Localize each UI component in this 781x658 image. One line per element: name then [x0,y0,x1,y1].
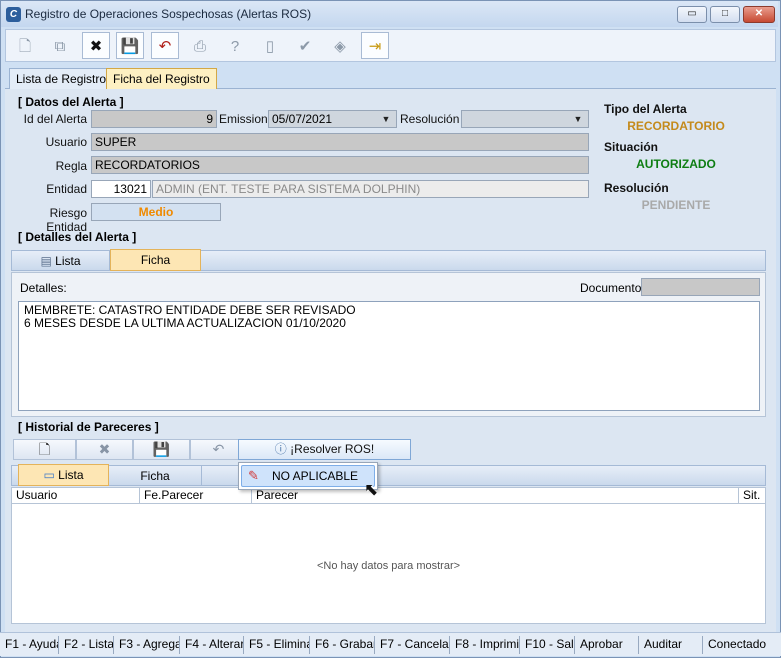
tab-lista-registros[interactable]: Lista de Registros [9,68,120,89]
check-icon[interactable]: ✔ [291,32,319,59]
comment-icon: ▭ [43,468,59,482]
main-tabs: Lista de Registros Ficha del Registro [5,68,776,89]
rule-field[interactable]: RECORDATORIOS [91,156,589,174]
delete-parecer-button[interactable]: ✖ [76,439,133,460]
print-icon[interactable]: ⎙ [186,32,214,59]
rule-label: Regla [55,159,87,173]
close-button[interactable]: ✕ [743,6,775,23]
help-icon[interactable]: ? [221,32,249,59]
window-title: Registro de Operaciones Sospechosas (Ale… [25,7,312,21]
status-bar: F1 - Ayuda F2 - Lista F3 - Agregar F4 - … [0,632,781,656]
status-f7[interactable]: F7 - Cancelar [375,636,450,654]
status-f6[interactable]: F6 - Grabar [310,636,375,654]
history-section-title: [ Historial de Pareceres ] [18,420,159,434]
eraser-icon[interactable]: ◈ [326,32,354,59]
save-parecer-button[interactable]: 💾 [133,439,190,460]
mouse-cursor-icon: ⬉ [364,480,379,499]
user-field[interactable]: SUPER [91,133,589,151]
col-usuario[interactable]: Usuario [12,488,140,503]
col-parecer[interactable]: Parecer [252,488,739,503]
door-icon[interactable]: ▯ [256,32,284,59]
menu-item-no-aplicable[interactable]: ✎ NO APLICABLE [241,465,375,487]
delete-icon: ✖ [98,441,111,457]
detalles-label: Detalles: [20,281,67,295]
status-f2[interactable]: F2 - Lista [59,636,114,654]
title-bar[interactable]: C Registro de Operaciones Sospechosas (A… [1,1,778,27]
undo-icon[interactable]: ↶ [151,32,179,59]
document-label: Documento [580,281,642,295]
risk-badge: Medio [91,203,221,221]
save-icon[interactable]: 💾 [116,32,144,59]
save-icon: 💾 [152,441,171,457]
tab-ficha-registro[interactable]: Ficha del Registro [106,68,217,89]
empty-grid-text: <No hay datos para mostrar> [316,560,461,572]
history-grid[interactable]: Usuario Fe.Parecer Parecer Sit. <No hay … [11,487,766,624]
situation-value: AUTORIZADO [636,157,716,171]
entity-name-field: ADMIN (ENT. TESTE PARA SISTEMA DOLPHIN) [152,180,589,198]
alert-type-label: Tipo del Alerta [604,102,687,116]
emission-dropdown[interactable]: 05/07/2021 ▼ [268,110,397,128]
grid-header: Usuario Fe.Parecer Parecer Sit. [12,488,765,504]
details-line-2: 6 MESES DESDE LA ULTIMA ACTUALIZACION 01… [24,316,346,330]
undo-icon: ↶ [212,441,225,457]
delete-icon[interactable]: ✖ [82,32,110,59]
add-parecer-button[interactable]: 🗋 [13,439,76,460]
status-aprobar[interactable]: Aprobar [575,636,639,654]
info-icon: ⓘ [274,442,287,456]
status-auditar[interactable]: Auditar [639,636,703,654]
col-fe-parecer[interactable]: Fe.Parecer [140,488,252,503]
entity-label: Entidad [46,182,87,196]
status-f1[interactable]: F1 - Ayuda [0,636,59,654]
history-tab-ficha[interactable]: Ficha [109,466,202,486]
resolve-menu: ✎ NO APLICABLE [238,462,378,490]
chevron-down-icon[interactable]: ▼ [569,111,587,127]
emission-value: 05/07/2021 [272,112,333,126]
new-document-icon[interactable]: 🗋 [11,32,39,59]
status-conectado: Conectado [708,637,767,651]
side-resolution-label: Resolución [604,181,669,195]
entity-code-field[interactable]: 13021 [91,180,151,198]
status-f10[interactable]: F10 - Salir [520,636,575,654]
app-icon: C [6,7,21,22]
situation-label: Situación [604,140,659,154]
maximize-button[interactable]: □ [710,6,740,23]
chevron-down-icon[interactable]: ▼ [377,111,395,127]
emission-label: Emission [219,112,268,126]
toolbar: 🗋 ⧉ ✖ 💾 ↶ ⎙ ? ▯ ✔ ◈ ⇥ [5,29,776,62]
copy-document-icon[interactable]: ⧉ [46,32,74,59]
details-tabs: ▤ Lista Ficha [11,249,766,271]
status-f3[interactable]: F3 - Agregar [114,636,180,654]
details-memo[interactable]: MEMBRETE: CATASTRO ENTIDADE DEBE SER REV… [18,301,760,411]
alert-type-value: RECORDATORIO [627,119,725,133]
history-toolbar: 🗋 ✖ 💾 ↶ ⓘ ¡Resolver ROS! [13,439,413,461]
exit-icon[interactable]: ⇥ [361,32,389,59]
id-field[interactable]: 9 [91,110,217,128]
list-icon: ▤ [40,254,56,268]
user-label: Usuario [45,135,87,149]
new-document-icon: 🗋 [38,441,51,457]
details-tab-ficha[interactable]: Ficha [110,249,201,271]
details-tab-lista[interactable]: ▤ Lista [12,251,110,271]
id-label: Id del Alerta [23,112,87,126]
details-section-title: [ Detalles del Alerta ] [18,230,137,244]
status-f4[interactable]: F4 - Alterar [180,636,244,654]
eraser-icon: ✎ [248,468,259,483]
document-field[interactable] [641,278,760,296]
status-f8[interactable]: F8 - Imprimir [450,636,520,654]
resolution-dropdown[interactable]: ▼ [461,110,589,128]
col-sit[interactable]: Sit. [739,488,765,503]
resolve-ros-button[interactable]: ⓘ ¡Resolver ROS! [238,439,411,460]
history-tab-lista[interactable]: ▭ Lista [18,464,109,486]
side-resolution-value: PENDIENTE [641,198,711,212]
resolution-label: Resolución [400,112,460,126]
alert-data-section-title: [ Datos del Alerta ] [18,95,124,109]
minimize-button[interactable]: ▭ [677,6,707,23]
status-f5[interactable]: F5 - Eliminar [244,636,310,654]
history-tabs: ▭ Lista Ficha [11,464,766,486]
